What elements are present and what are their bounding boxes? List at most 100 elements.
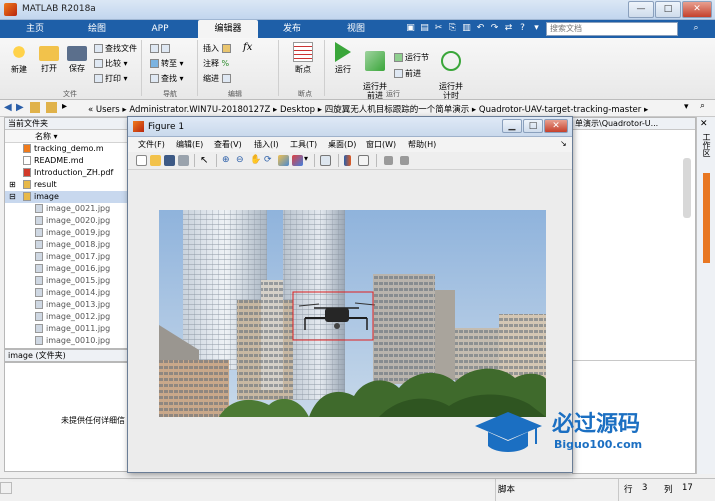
undo-icon[interactable]: ↶ — [474, 22, 487, 35]
edit-plot-icon[interactable]: ↖ — [200, 155, 211, 166]
file-list-item[interactable]: ⊞ result — [5, 179, 129, 191]
maximize-button[interactable]: □ — [655, 1, 681, 18]
save-icon[interactable]: ▤ — [418, 22, 431, 35]
cut-icon[interactable]: ✂ — [432, 22, 445, 35]
brush-dropdown-icon[interactable]: ▾ — [304, 154, 308, 163]
name-column-header[interactable]: 名称 ▾ — [5, 130, 129, 143]
back-forward-buttons[interactable] — [150, 43, 172, 55]
file-list-item[interactable]: README.md — [5, 155, 129, 167]
data-cursor-icon[interactable] — [278, 155, 289, 166]
goto-button[interactable]: 转至 ▾ — [150, 58, 184, 70]
expand-toggle-icon[interactable]: ⊞ — [9, 179, 16, 191]
link-plot-icon[interactable] — [320, 155, 331, 166]
close-button[interactable]: ✕ — [682, 1, 712, 18]
new-figure-icon[interactable] — [136, 155, 147, 166]
address-search-icon[interactable]: ⌕ — [700, 101, 705, 111]
menu-pin-icon[interactable]: ↘ — [560, 139, 567, 148]
browse-folder-icon[interactable]: ▸ — [62, 101, 67, 112]
file-list-item[interactable]: image_0018.jpg — [5, 239, 129, 251]
figure-maximize-button[interactable]: □ — [523, 119, 543, 133]
forward-icon[interactable]: ▶ — [16, 102, 24, 113]
run-button[interactable]: 运行 — [328, 42, 358, 75]
dropdown-icon[interactable]: ▾ — [530, 22, 543, 35]
zoom-in-icon[interactable]: ⊕ — [222, 155, 233, 166]
fx-button[interactable]: fx — [243, 42, 252, 54]
switch-windows-icon[interactable]: ⇄ — [502, 22, 515, 35]
help-icon[interactable]: ? — [516, 22, 529, 35]
print-figure-icon[interactable] — [178, 155, 189, 166]
tab-view[interactable]: 视图 — [330, 20, 382, 38]
file-list-item[interactable]: image_0017.jpg — [5, 251, 129, 263]
open-button[interactable]: 打开 — [34, 42, 64, 74]
paste-icon[interactable]: ▥ — [460, 22, 473, 35]
copy-icon[interactable]: ⎘ — [446, 22, 459, 35]
file-list-item[interactable]: Introduction_ZH.pdf — [5, 167, 129, 179]
legend-icon[interactable] — [358, 155, 369, 166]
comment-button[interactable]: 注释 % — [203, 58, 229, 70]
save-button[interactable]: 保存 — [62, 42, 92, 74]
breadcrumb-item[interactable]: Quadrotor-UAV-target-tracking-master — [479, 105, 641, 115]
pan-icon[interactable]: ✋ — [250, 155, 261, 166]
workspace-label[interactable]: 工作区 — [701, 133, 712, 157]
back-icon[interactable]: ◀ — [4, 102, 12, 113]
file-list-item[interactable]: image_0021.jpg — [5, 203, 129, 215]
tab-home[interactable]: 主页 — [10, 20, 60, 38]
save-figure-icon[interactable] — [164, 155, 175, 166]
figure-close-button[interactable]: ✕ — [544, 119, 568, 133]
file-list-item[interactable]: image_0015.jpg — [5, 275, 129, 287]
menu-tools[interactable]: 工具(T) — [290, 139, 317, 150]
new-button[interactable]: 新建 — [4, 42, 34, 75]
run-and-time-button[interactable]: 运行并 计时 — [436, 42, 466, 100]
breakpoints-button[interactable]: 断点 — [288, 42, 318, 75]
file-list-item[interactable]: image_0010.jpg — [5, 335, 129, 347]
menu-insert[interactable]: 插入(I) — [254, 139, 279, 150]
file-list-item[interactable]: image_0012.jpg — [5, 311, 129, 323]
up-folder-icon[interactable] — [30, 102, 40, 113]
address-dropdown-icon[interactable]: ▾ — [684, 102, 689, 112]
file-list-item[interactable]: image_0020.jpg — [5, 215, 129, 227]
zoom-out-icon[interactable]: ⊖ — [236, 155, 247, 166]
hide-plot-tools-icon[interactable] — [384, 156, 393, 165]
menu-file[interactable]: 文件(F) — [138, 139, 165, 150]
colorbar-icon[interactable] — [344, 155, 351, 166]
figure-minimize-button[interactable]: ▁ — [502, 119, 522, 133]
figure-title-bar[interactable]: Figure 1 ▁ □ ✕ — [128, 117, 572, 137]
breadcrumb-overflow[interactable]: « — [88, 105, 93, 115]
find-button[interactable]: 查找 ▾ — [150, 73, 184, 85]
user-menu-icon[interactable]: ⌕ — [682, 22, 710, 35]
rotate-icon[interactable]: ⟳ — [264, 155, 275, 166]
minimize-button[interactable]: — — [628, 1, 654, 18]
menu-view[interactable]: 查看(V) — [214, 139, 242, 150]
breadcrumb-item[interactable]: 四旋翼无人机目标跟踪的一个简单演示 — [325, 105, 470, 115]
expand-toggle-icon[interactable]: ⊟ — [9, 191, 16, 203]
tab-editor[interactable]: 编辑器 — [198, 20, 258, 38]
figure-image-axes[interactable] — [159, 210, 546, 417]
folder-icon[interactable] — [46, 102, 57, 113]
file-list-item[interactable]: image_0019.jpg — [5, 227, 129, 239]
menu-window[interactable]: 窗口(W) — [366, 139, 396, 150]
file-list-item[interactable]: image_0014.jpg — [5, 287, 129, 299]
tab-plots[interactable]: 绘图 — [72, 20, 122, 38]
close-icon[interactable]: ✕ — [700, 119, 708, 129]
scrollbar[interactable] — [683, 158, 691, 218]
menu-help[interactable]: 帮助(H) — [408, 139, 436, 150]
run-section-button[interactable]: 运行节 — [394, 52, 429, 64]
quick-access-icon[interactable]: ▣ — [404, 22, 417, 35]
file-list-item[interactable]: image_0013.jpg — [5, 299, 129, 311]
print-button[interactable]: 打印 ▾ — [94, 73, 128, 85]
redo-icon[interactable]: ↷ — [488, 22, 501, 35]
tab-apps[interactable]: APP — [134, 20, 186, 38]
file-list-item[interactable]: ⊟ image — [5, 191, 129, 203]
breadcrumb-item[interactable]: Desktop — [280, 105, 315, 115]
menu-edit[interactable]: 编辑(E) — [176, 139, 203, 150]
file-list-item[interactable]: tracking_demo.m — [5, 143, 129, 155]
advance-button[interactable]: 前进 — [394, 68, 421, 80]
insert-button[interactable]: 插入 — [203, 43, 233, 55]
tab-publish[interactable]: 发布 — [266, 20, 318, 38]
search-documentation-input[interactable]: 搜索文档 — [546, 22, 678, 36]
indent-button[interactable]: 缩进 — [203, 73, 233, 85]
menu-desktop[interactable]: 桌面(D) — [328, 139, 356, 150]
breadcrumb-item[interactable]: Users — [96, 105, 120, 115]
open-file-icon[interactable] — [150, 155, 161, 166]
find-files-button[interactable]: 查找文件 — [94, 43, 137, 55]
